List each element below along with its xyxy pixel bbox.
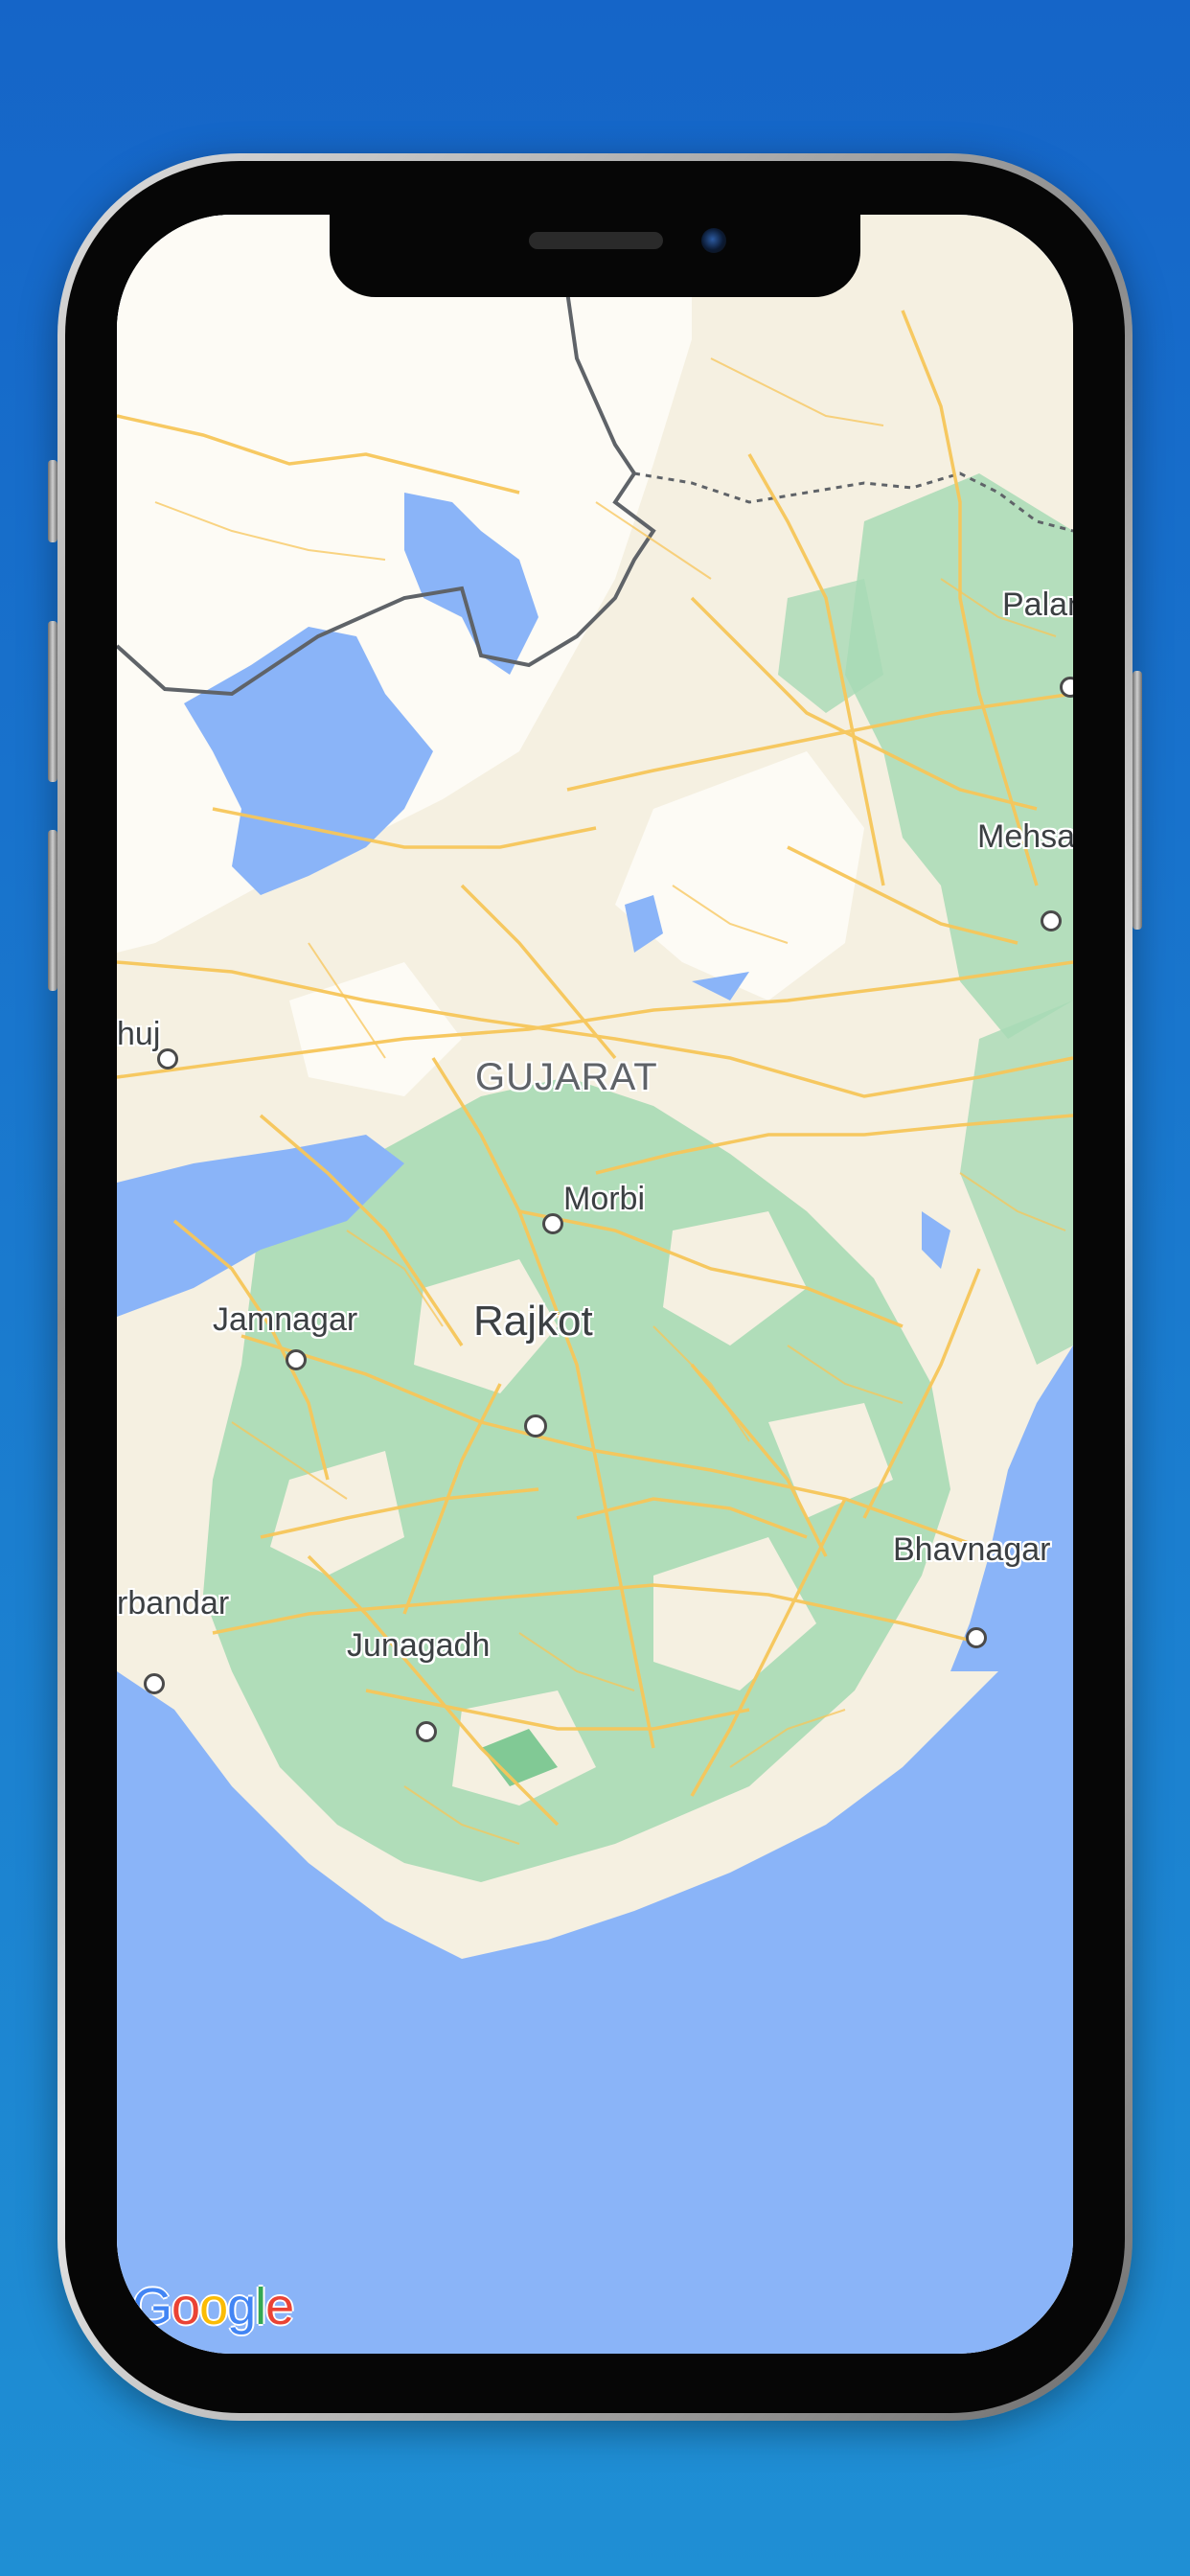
city-label-porbandar: rbandar [117, 1585, 230, 1622]
city-marker-junagadh[interactable] [416, 1721, 437, 1742]
city-marker-bhavnagar[interactable] [966, 1627, 987, 1648]
google-logo-letter: o [199, 2278, 228, 2335]
city-marker-mehsana[interactable] [1041, 910, 1062, 932]
region-label-gujarat: GUJARAT [475, 1056, 658, 1098]
city-label-jamnagar: Jamnagar [213, 1301, 358, 1338]
google-logo-letter: G [132, 2278, 172, 2335]
mute-switch [48, 460, 57, 542]
city-label-bhavnagar: Bhavnagar [893, 1531, 1051, 1568]
power-button [1133, 671, 1142, 930]
google-logo-letter: l [255, 2278, 266, 2335]
city-label-mehsana: Mehsa [977, 818, 1073, 855]
map-canvas[interactable] [117, 215, 1073, 2354]
city-label-morbi: Morbi [563, 1181, 646, 1217]
google-logo-letter: g [227, 2278, 256, 2335]
earpiece-speaker [529, 232, 663, 249]
city-marker-rajkot[interactable] [524, 1414, 547, 1438]
city-marker-jamnagar[interactable] [286, 1349, 307, 1370]
volume-up-button [48, 621, 57, 782]
google-logo-letter: o [172, 2278, 200, 2335]
google-logo-letter: e [265, 2278, 294, 2335]
city-label-bhuj: huj [117, 1016, 161, 1052]
volume-down-button [48, 830, 57, 991]
front-camera-icon [701, 228, 726, 253]
map-view[interactable]: GUJARAT Palan Mehsa huj Morbi Jamnagar R… [117, 215, 1073, 2354]
city-marker-porbandar[interactable] [144, 1673, 165, 1694]
city-label-palan: Palan [1002, 586, 1073, 623]
city-label-rajkot: Rajkot [473, 1298, 593, 1345]
google-logo[interactable]: Google [132, 2277, 294, 2336]
city-marker-morbi[interactable] [542, 1213, 563, 1234]
phone-notch [330, 215, 860, 297]
city-label-junagadh: Junagadh [347, 1627, 491, 1664]
